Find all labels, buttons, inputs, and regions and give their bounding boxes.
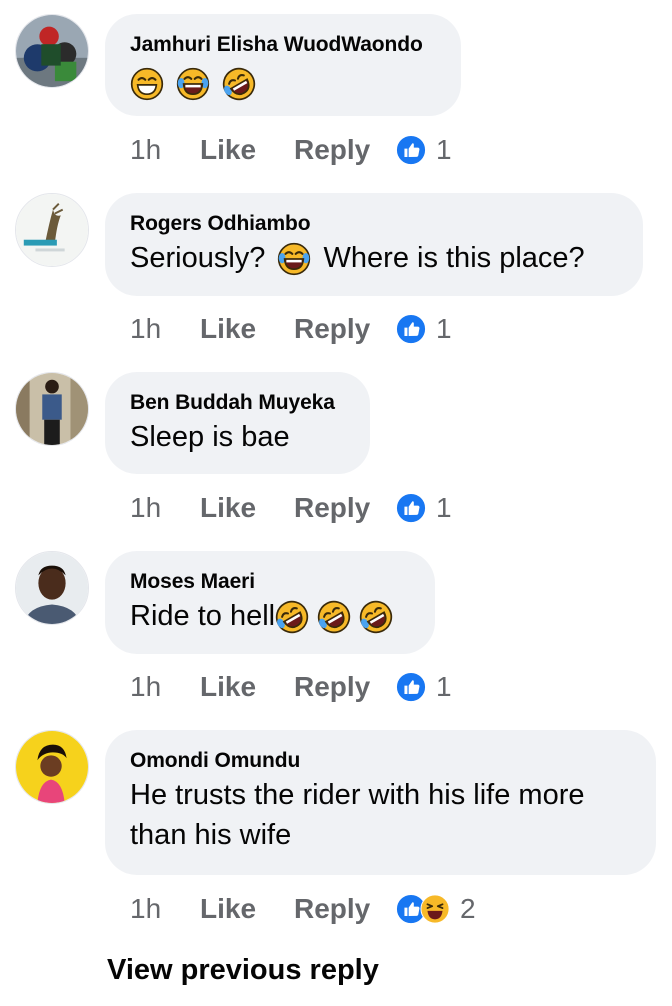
- laughing-emoji: [130, 67, 164, 101]
- avatar[interactable]: [15, 372, 89, 446]
- rolling-laughing-emoji: [359, 600, 393, 634]
- reaction-count: 1: [436, 313, 452, 344]
- comment-time[interactable]: 1h: [130, 313, 200, 345]
- rolling-laughing-emoji: [275, 600, 309, 634]
- like-button[interactable]: Like: [200, 134, 294, 166]
- reply-button[interactable]: Reply: [294, 671, 396, 703]
- reaction-summary[interactable]: 1: [396, 671, 452, 703]
- reaction-summary[interactable]: 2: [396, 893, 476, 925]
- reaction-count: 1: [436, 492, 452, 523]
- like-reaction-icon: [396, 314, 426, 344]
- comment-bubble: Omondi Omundu He trusts the rider with h…: [105, 730, 656, 875]
- comment-actions: 1h Like Reply 1: [130, 488, 452, 528]
- comment-text: Ride to hell: [130, 596, 411, 636]
- comment-bubble: Ben Buddah Muyeka Sleep is bae: [105, 372, 370, 474]
- reaction-summary[interactable]: 1: [396, 134, 452, 166]
- comment-time[interactable]: 1h: [130, 134, 200, 166]
- reply-button[interactable]: Reply: [294, 134, 396, 166]
- reply-button[interactable]: Reply: [294, 313, 396, 345]
- avatar-photo: [16, 194, 88, 266]
- comment-time[interactable]: 1h: [130, 492, 200, 524]
- like-reaction-icon: [396, 135, 426, 165]
- avatar[interactable]: [15, 551, 89, 625]
- reaction-count: 1: [436, 134, 452, 165]
- comment-text: [130, 63, 437, 103]
- reaction-count: 1: [436, 671, 452, 702]
- comment-bubble: Jamhuri Elisha WuodWaondo: [105, 14, 461, 116]
- avatar-photo: [16, 373, 88, 445]
- comment-author[interactable]: Moses Maeri: [130, 570, 411, 594]
- like-reaction-icon: [396, 672, 426, 702]
- comment-bubble: Rogers Odhiambo Seriously? Where is this…: [105, 193, 643, 296]
- comment-text-part: Where is this place?: [323, 242, 585, 274]
- tears-of-joy-emoji: [277, 242, 311, 276]
- rolling-laughing-emoji: [317, 600, 351, 634]
- comment-actions: 1h Like Reply 1: [130, 667, 452, 707]
- comment-text: Sleep is bae: [130, 421, 290, 453]
- comment-text: He trusts the rider with his life more t…: [130, 775, 632, 855]
- comment-actions: 1h Like Reply 2: [130, 889, 476, 929]
- comment-bubble: Moses Maeri Ride to hell: [105, 551, 435, 654]
- tears-of-joy-emoji: [176, 67, 210, 101]
- comment-actions: 1h Like Reply 1: [130, 309, 452, 349]
- like-reaction-icon: [396, 493, 426, 523]
- like-button[interactable]: Like: [200, 893, 294, 925]
- comment-text-part: Ride to hell: [130, 600, 276, 632]
- reaction-summary[interactable]: 1: [396, 492, 452, 524]
- haha-reaction-icon: [420, 894, 450, 924]
- avatar-photo: [16, 552, 88, 624]
- comment-time[interactable]: 1h: [130, 893, 200, 925]
- reaction-count: 2: [460, 893, 476, 924]
- like-button[interactable]: Like: [200, 313, 294, 345]
- comment-text-part: Seriously?: [130, 242, 266, 274]
- like-button[interactable]: Like: [200, 492, 294, 524]
- comment-author[interactable]: Omondi Omundu: [130, 749, 632, 773]
- view-previous-reply-link[interactable]: View previous reply: [107, 954, 379, 987]
- comment-author[interactable]: Jamhuri Elisha WuodWaondo: [130, 33, 437, 57]
- avatar[interactable]: [15, 193, 89, 267]
- comment-text-line: than his wife: [130, 819, 292, 851]
- comment-time[interactable]: 1h: [130, 671, 200, 703]
- comment-author[interactable]: Rogers Odhiambo: [130, 212, 619, 236]
- rolling-laughing-emoji: [222, 67, 256, 101]
- reply-button[interactable]: Reply: [294, 893, 396, 925]
- comment-author[interactable]: Ben Buddah Muyeka: [130, 391, 346, 415]
- avatar[interactable]: [15, 14, 89, 88]
- comment-text-line: He trusts the rider with his life more: [130, 779, 585, 811]
- reaction-summary[interactable]: 1: [396, 313, 452, 345]
- comment-text: Seriously? Where is this place?: [130, 238, 619, 278]
- reply-button[interactable]: Reply: [294, 492, 396, 524]
- avatar[interactable]: [15, 730, 89, 804]
- avatar-photo: [16, 15, 88, 87]
- avatar-photo: [16, 731, 88, 803]
- comment-actions: 1h Like Reply 1: [130, 130, 452, 170]
- like-button[interactable]: Like: [200, 671, 294, 703]
